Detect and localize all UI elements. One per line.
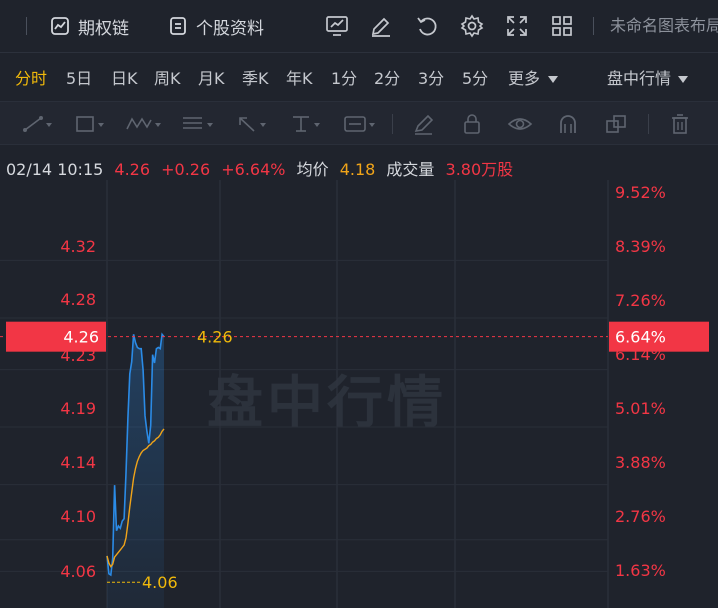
fibonacci-icon: [183, 117, 213, 129]
stock-profile-button[interactable]: 个股资料: [168, 12, 264, 40]
quote-change-pct: +6.64%: [221, 160, 286, 179]
note-icon: [344, 116, 375, 132]
period-tab-intraday[interactable]: 分时: [15, 65, 47, 89]
text-icon: [293, 116, 320, 132]
session-dropdown[interactable]: 盘中行情: [607, 65, 688, 89]
intraday-chart[interactable]: 4.26 6.64%4.264.06 4.324.284.234.194.144.…: [0, 180, 718, 608]
layout-button[interactable]: [548, 12, 576, 40]
period-tab-weekly[interactable]: 周K: [154, 65, 181, 89]
stock-profile-label: 个股资料: [196, 18, 264, 39]
price-tick-label: 4.23: [60, 346, 96, 365]
volume-value: 3.80万股: [445, 160, 514, 179]
options-chain-label: 期权链: [78, 18, 129, 39]
trash-icon: [672, 114, 688, 134]
price-tick-label: 4.32: [60, 237, 96, 256]
percent-tick-label: 2.76%: [615, 507, 666, 526]
wave-pattern-icon: [126, 117, 161, 130]
volume-label: 成交量: [386, 160, 435, 179]
draw-button[interactable]: [367, 12, 395, 40]
period-tab-5day[interactable]: 5日: [66, 65, 92, 89]
toolbar-divider: [593, 17, 594, 35]
grid-layout-icon: [552, 16, 572, 36]
drawing-toolbar: [0, 101, 718, 145]
percent-tick-label: 5.01%: [615, 399, 666, 418]
top-toolbar: 期权链 个股资料 未命名图表布局: [0, 0, 718, 53]
fib-tool[interactable]: [178, 111, 218, 137]
current-price-badge-label: 4.26: [63, 328, 99, 347]
current-pct-badge-label: 6.64%: [615, 328, 666, 347]
period-tab-3min[interactable]: 3分: [418, 65, 444, 89]
toolbar-divider: [26, 17, 27, 35]
rectangle-icon: [76, 116, 104, 132]
delete-tool[interactable]: [660, 111, 700, 137]
pattern-tool[interactable]: [124, 111, 164, 137]
price-axis: 4.32 4.28 4.23 4.19 4.14 4.10 4.06: [60, 237, 96, 581]
quote-info-line: 02/14 10:15 4.26 +0.26 +6.64% 均价 4.18 成交…: [6, 156, 519, 180]
magnet-icon: [560, 115, 576, 133]
period-tab-1min[interactable]: 1分: [331, 65, 357, 89]
layout-name[interactable]: 未命名图表布局: [610, 12, 718, 40]
gear-icon: [460, 14, 484, 38]
toolbar-divider: [648, 114, 649, 134]
trendline-tool[interactable]: [18, 111, 58, 137]
avg-price-value: 4.18: [339, 160, 376, 179]
percent-tick-label: 1.63%: [615, 561, 666, 580]
percent-axis: 9.52% 8.39% 7.26% 6.14% 5.01% 3.88% 2.76% 1.63%: [615, 183, 666, 580]
lock-icon: [464, 114, 480, 134]
chart-markers: 4.26 6.64% 4.26 4.06: [0, 321, 709, 592]
period-tab-daily[interactable]: 日K: [111, 65, 138, 89]
layers-icon: [606, 115, 626, 133]
period-tab-quarterly[interactable]: 季K: [242, 65, 269, 89]
high-price-annotation: 4.26: [197, 328, 233, 347]
eye-icon: [507, 118, 533, 130]
text-tool[interactable]: [286, 111, 326, 137]
price-tick-label: 4.28: [60, 290, 96, 309]
expand-icon: [507, 16, 527, 36]
percent-tick-label: 8.39%: [615, 237, 666, 256]
percent-tick-label: 9.52%: [615, 183, 666, 202]
options-chain-icon: [51, 17, 69, 35]
trendline-icon: [23, 116, 52, 132]
period-tab-5min[interactable]: 5分: [462, 65, 488, 89]
price-tick-label: 4.14: [60, 453, 96, 472]
document-icon: [170, 17, 186, 35]
settings-button[interactable]: [458, 12, 486, 40]
toolbar-divider: [392, 114, 393, 134]
reset-button[interactable]: [413, 12, 441, 40]
arrow-tool[interactable]: [232, 111, 272, 137]
price-tick-label: 4.06: [60, 562, 96, 581]
percent-tick-label: 3.88%: [615, 453, 666, 472]
period-tab-2min[interactable]: 2分: [374, 65, 400, 89]
percent-tick-label: 7.26%: [615, 291, 666, 310]
percent-tick-label: 6.14%: [615, 345, 666, 364]
refresh-icon: [417, 17, 437, 36]
pencil-edit-icon: [371, 17, 390, 37]
quote-change: +0.26: [161, 160, 211, 179]
fullscreen-button[interactable]: [503, 12, 531, 40]
brush-tool[interactable]: [404, 111, 444, 137]
brush-icon: [414, 114, 434, 135]
quote-datetime: 02/14 10:15: [6, 160, 104, 179]
period-tab-monthly[interactable]: 月K: [198, 65, 225, 89]
visibility-tool[interactable]: [500, 111, 540, 137]
period-selector: 分时 5日 日K 周K 月K 季K 年K 1分 2分 3分 5分 更多 盘中行情: [0, 54, 718, 100]
price-tick-label: 4.10: [60, 507, 96, 526]
arrow-icon: [239, 117, 266, 132]
layers-tool[interactable]: [596, 111, 636, 137]
period-more-dropdown[interactable]: 更多: [508, 65, 558, 89]
magnet-tool[interactable]: [548, 111, 588, 137]
note-tool[interactable]: [340, 111, 380, 137]
period-tab-yearly[interactable]: 年K: [286, 65, 313, 89]
indicator-button[interactable]: [323, 12, 351, 40]
options-chain-button[interactable]: 期权链: [50, 12, 129, 40]
rectangle-tool[interactable]: [70, 111, 110, 137]
price-tick-label: 4.19: [60, 399, 96, 418]
quote-price: 4.26: [114, 160, 151, 179]
lock-tool[interactable]: [452, 111, 492, 137]
chart-monitor-icon: [326, 16, 348, 36]
low-price-annotation: 4.06: [142, 573, 178, 592]
avg-price-label: 均价: [296, 160, 329, 179]
